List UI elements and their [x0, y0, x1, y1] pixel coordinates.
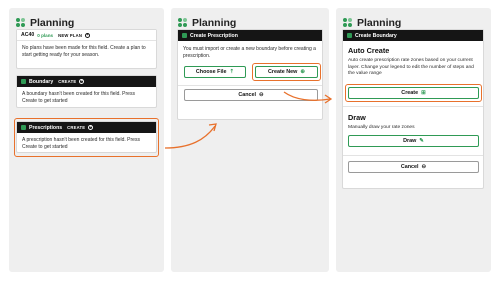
boundary-title: Boundary [29, 78, 54, 85]
add-circle-icon: ⊕ [300, 69, 305, 75]
app-logo-icon [343, 17, 353, 28]
choose-file-button[interactable]: Choose File ⇡ [184, 66, 246, 78]
field-card-text: No plans have been made for this field. … [22, 45, 146, 58]
draw-text: Manually draw your rate zones [348, 125, 415, 130]
auto-create-label: Create [401, 90, 419, 96]
prescriptions-create-button[interactable]: CREATE [67, 125, 85, 130]
create-prescription-header: Create Prescription [178, 30, 322, 41]
divider [343, 106, 483, 107]
prescription-icon [182, 33, 187, 38]
add-icon[interactable]: + [88, 125, 94, 130]
panel-header: Planning [336, 8, 491, 30]
panel-header: Planning [9, 8, 164, 30]
create-boundary-title: Create Boundary [355, 32, 397, 39]
create-prescription-card: Create Prescription You must import or c… [177, 29, 323, 120]
create-prescription-text: You must import or create a new boundary… [183, 46, 316, 59]
panel-header: Planning [171, 8, 329, 30]
create-boundary-card: Create Boundary Auto Create Auto create … [342, 29, 484, 189]
field-card: AC40 0 plans NEW PLAN + No plans have be… [16, 29, 157, 69]
planning-panel-3: Planning Create Boundary Auto Create Aut… [336, 8, 491, 272]
cancel-circle-icon: ⊖ [421, 164, 427, 170]
add-icon[interactable]: + [85, 32, 91, 38]
divider [343, 155, 483, 156]
field-card-header: AC40 0 plans NEW PLAN + [17, 30, 156, 41]
cancel-label: Cancel [400, 164, 419, 170]
field-name: AC40 [21, 32, 35, 38]
boundary-icon [21, 79, 26, 84]
upload-icon: ⇡ [229, 69, 235, 75]
app-logo-icon [16, 17, 26, 28]
boundary-card-text: A boundary hasn't been created for this … [22, 91, 135, 104]
create-new-button[interactable]: Create New ⊕ [255, 66, 318, 78]
planning-panel-1: Planning AC40 0 plans NEW PLAN + No plan… [9, 8, 164, 272]
create-boundary-header: Create Boundary [343, 30, 483, 41]
boundary-icon [347, 33, 352, 38]
boundary-card: Boundary CREATE + A boundary hasn't been… [16, 75, 157, 108]
plans-count: 0 plans [37, 32, 54, 38]
draw-button[interactable]: Draw ✎ [348, 135, 479, 147]
boundary-create-button[interactable]: CREATE [58, 79, 76, 84]
create-prescription-title: Create Prescription [190, 32, 238, 39]
add-icon[interactable]: + [79, 79, 85, 84]
cancel-circle-icon: ⊖ [259, 92, 264, 98]
draw-label: Draw [403, 138, 417, 144]
prescriptions-card-header: Prescriptions CREATE + [17, 122, 156, 133]
prescriptions-card: Prescriptions CREATE + A prescription ha… [16, 121, 157, 153]
panel-title: Planning [30, 16, 75, 29]
new-plan-button[interactable]: NEW PLAN [58, 33, 82, 38]
auto-create-title: Auto Create [348, 46, 390, 55]
auto-create-text: Auto create prescription rate zones base… [348, 58, 474, 77]
prescriptions-title: Prescriptions [29, 124, 63, 131]
cancel-button[interactable]: Cancel ⊖ [184, 89, 318, 101]
planning-panel-2: Planning Create Prescription You must im… [171, 8, 329, 272]
app-logo-icon [178, 17, 188, 28]
pencil-icon: ✎ [419, 138, 424, 144]
cancel-label: Cancel [238, 92, 257, 98]
cancel-button[interactable]: Cancel ⊖ [348, 161, 479, 173]
auto-create-button[interactable]: Create ⊞ [348, 87, 479, 99]
choose-file-label: Choose File [195, 69, 227, 75]
panel-title: Planning [192, 16, 237, 29]
panel-title: Planning [357, 16, 402, 29]
divider [178, 85, 322, 86]
boundary-card-header: Boundary CREATE + [17, 76, 156, 87]
draw-title: Draw [348, 113, 366, 122]
prescription-icon [21, 125, 26, 130]
prescriptions-card-text: A prescription hasn't been created for t… [22, 137, 140, 150]
create-icon: ⊞ [421, 90, 426, 96]
create-new-label: Create New [268, 69, 298, 75]
